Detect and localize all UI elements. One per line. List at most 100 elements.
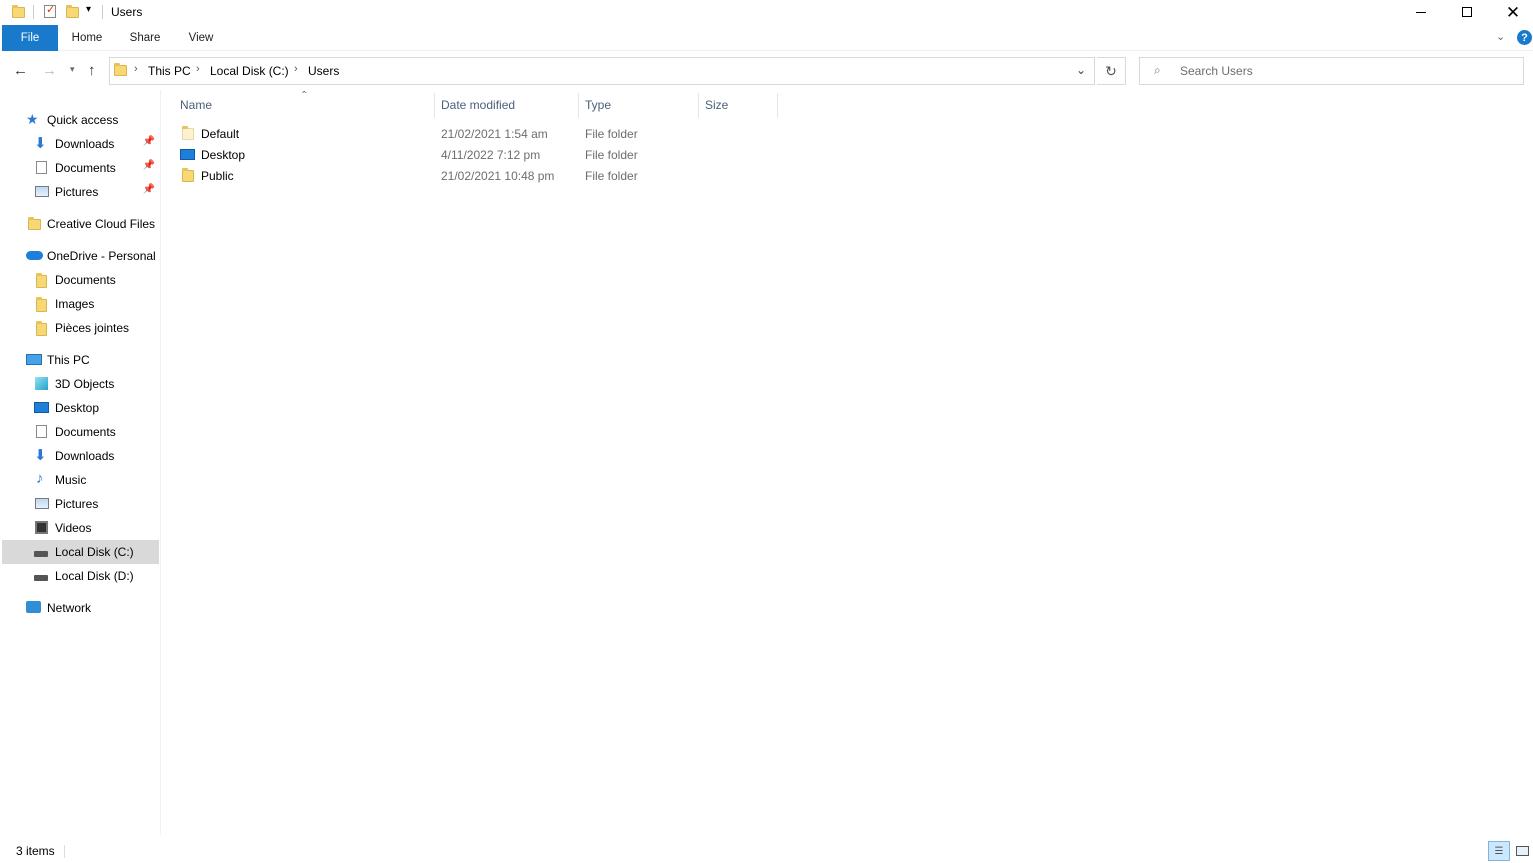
file-date: 21/02/2021 1:54 am xyxy=(441,127,548,141)
maximize-icon xyxy=(1462,7,1472,17)
sidebar-item-label: Music xyxy=(55,473,87,487)
column-header-name[interactable]: Name xyxy=(180,98,212,112)
sidebar-item-onedrive-images[interactable]: Images xyxy=(2,292,159,316)
minimize-button[interactable] xyxy=(1398,0,1444,24)
chevron-right-icon[interactable]: › xyxy=(196,63,200,75)
expand-ribbon-icon[interactable]: ⌄ xyxy=(1496,30,1505,43)
sidebar-item-pc-pictures[interactable]: Pictures xyxy=(2,492,159,516)
breadcrumb-local-disk[interactable]: Local Disk (C:) xyxy=(210,64,289,78)
sidebar-item-3d-objects[interactable]: 3D Objects xyxy=(2,372,159,396)
sidebar-item-label: OneDrive - Personal xyxy=(47,249,156,263)
large-icons-view-icon xyxy=(1515,846,1529,856)
new-folder-icon[interactable] xyxy=(66,4,80,19)
file-date: 4/11/2022 7:12 pm xyxy=(441,148,541,162)
creative-cloud-folder-icon xyxy=(28,217,43,231)
details-view-button[interactable]: ☰ xyxy=(1488,841,1510,861)
back-arrow-icon[interactable]: ← xyxy=(13,62,28,79)
tab-home[interactable]: Home xyxy=(64,25,110,51)
folder-icon xyxy=(36,297,51,312)
sidebar-item-creative-cloud[interactable]: Creative Cloud Files xyxy=(2,212,159,236)
tab-share[interactable]: Share xyxy=(122,25,168,51)
maximize-button[interactable] xyxy=(1444,0,1490,24)
sidebar-item-label: Downloads xyxy=(55,137,115,151)
sidebar-item-label: Downloads xyxy=(55,449,115,463)
sidebar-item-local-disk-c[interactable]: Local Disk (C:) xyxy=(2,540,159,564)
tab-file[interactable]: File xyxy=(2,25,58,51)
download-icon: ⬇ xyxy=(34,447,47,464)
column-divider[interactable] xyxy=(578,93,579,118)
sidebar-item-network[interactable]: Network xyxy=(2,596,159,620)
download-icon: ⬇ xyxy=(34,135,47,152)
sidebar-item-local-disk-d[interactable]: Local Disk (D:) xyxy=(2,564,159,588)
sidebar-item-pictures[interactable]: Pictures 📌 xyxy=(2,180,159,204)
video-icon xyxy=(35,521,50,535)
customize-toolbar-icon[interactable]: ▾ xyxy=(86,4,91,15)
search-input[interactable]: ⌕ Search Users xyxy=(1139,57,1524,85)
computer-icon xyxy=(26,353,42,367)
breadcrumb-users[interactable]: Users xyxy=(308,64,339,78)
sidebar-item-music[interactable]: ♪ Music xyxy=(2,468,159,492)
sidebar-item-label: Creative Cloud Files xyxy=(47,217,156,231)
sidebar-item-label: Local Disk (C:) xyxy=(55,545,134,559)
status-bar: 3 items ☰ xyxy=(0,840,1533,863)
sidebar-item-label: This PC xyxy=(47,353,90,367)
sidebar-item-label: Pictures xyxy=(55,497,99,511)
table-row[interactable]: Default 21/02/2021 1:54 am File folder xyxy=(176,124,776,145)
recent-locations-icon[interactable]: ▾ xyxy=(70,64,75,75)
sidebar-item-onedrive[interactable]: OneDrive - Personal xyxy=(2,244,159,268)
table-row[interactable]: Desktop 4/11/2022 7:12 pm File folder xyxy=(176,145,776,166)
column-divider[interactable] xyxy=(698,93,699,118)
sidebar-item-label: Videos xyxy=(55,521,92,535)
properties-icon[interactable]: ✓ xyxy=(44,4,58,19)
tab-view[interactable]: View xyxy=(180,25,222,51)
file-date: 21/02/2021 10:48 pm xyxy=(441,169,555,183)
sidebar-item-documents[interactable]: Documents 📌 xyxy=(2,156,159,180)
ribbon-tabs: File Home Share View ⌄ ? xyxy=(0,25,1533,51)
close-button[interactable]: ✕ xyxy=(1490,0,1533,24)
sidebar-item-pc-documents[interactable]: Documents xyxy=(2,420,159,444)
sidebar-item-desktop[interactable]: Desktop xyxy=(2,396,159,420)
sidebar-item-onedrive-documents[interactable]: Documents xyxy=(2,268,159,292)
folder-icon xyxy=(114,63,127,76)
up-arrow-icon[interactable]: ↑ xyxy=(88,62,96,79)
search-placeholder: Search Users xyxy=(1180,64,1253,78)
table-row[interactable]: Public 21/02/2021 10:48 pm File folder xyxy=(176,166,776,187)
forward-arrow-icon[interactable]: → xyxy=(42,62,57,79)
address-bar[interactable]: › This PC › Local Disk (C:) › Users ⌄ xyxy=(109,57,1095,85)
large-icons-view-button[interactable] xyxy=(1512,841,1532,861)
file-name: Desktop xyxy=(201,148,246,162)
minimize-icon xyxy=(1416,11,1426,13)
column-header-size[interactable]: Size xyxy=(705,98,728,112)
sidebar-item-onedrive-attachments[interactable]: Pièces jointes xyxy=(2,316,159,340)
desktop-icon xyxy=(180,149,195,160)
chevron-right-icon[interactable]: › xyxy=(294,63,298,75)
pin-icon[interactable]: 📌 xyxy=(143,184,155,195)
help-icon[interactable]: ? xyxy=(1517,30,1532,45)
sort-ascending-icon: ⌃ xyxy=(300,90,309,101)
sidebar-item-pc-downloads[interactable]: ⬇ Downloads xyxy=(2,444,159,468)
sidebar-item-videos[interactable]: Videos xyxy=(2,516,159,540)
folder-icon xyxy=(36,273,51,288)
sidebar-item-this-pc[interactable]: This PC xyxy=(2,348,159,372)
pin-icon[interactable]: 📌 xyxy=(143,160,155,171)
column-header-type[interactable]: Type xyxy=(585,98,611,112)
chevron-right-icon[interactable]: › xyxy=(134,63,138,75)
column-divider[interactable] xyxy=(434,93,435,118)
file-type: File folder xyxy=(585,148,638,162)
chevron-down-icon[interactable]: ⌄ xyxy=(1076,63,1086,77)
breadcrumb-this-pc[interactable]: This PC xyxy=(148,64,191,78)
sidebar-item-label: Documents xyxy=(55,273,116,287)
sidebar-item-label: Quick access xyxy=(47,113,119,127)
sidebar-item-label: Pictures xyxy=(55,185,99,199)
sidebar-item-downloads[interactable]: ⬇ Downloads 📌 xyxy=(2,132,159,156)
file-list: ⌃ Name Date modified Type Size Default 2… xyxy=(162,90,1533,835)
file-type: File folder xyxy=(585,127,638,141)
column-divider[interactable] xyxy=(777,93,778,118)
pin-icon[interactable]: 📌 xyxy=(143,136,155,147)
sidebar-item-quick-access[interactable]: ★ Quick access xyxy=(2,108,159,132)
file-type: File folder xyxy=(585,169,638,183)
refresh-button[interactable]: ↻ xyxy=(1097,57,1126,85)
column-header-date-modified[interactable]: Date modified xyxy=(441,98,515,112)
refresh-icon: ↻ xyxy=(1105,62,1117,79)
navigation-bar: ← → ▾ ↑ › This PC › Local Disk (C:) › Us… xyxy=(0,52,1533,90)
